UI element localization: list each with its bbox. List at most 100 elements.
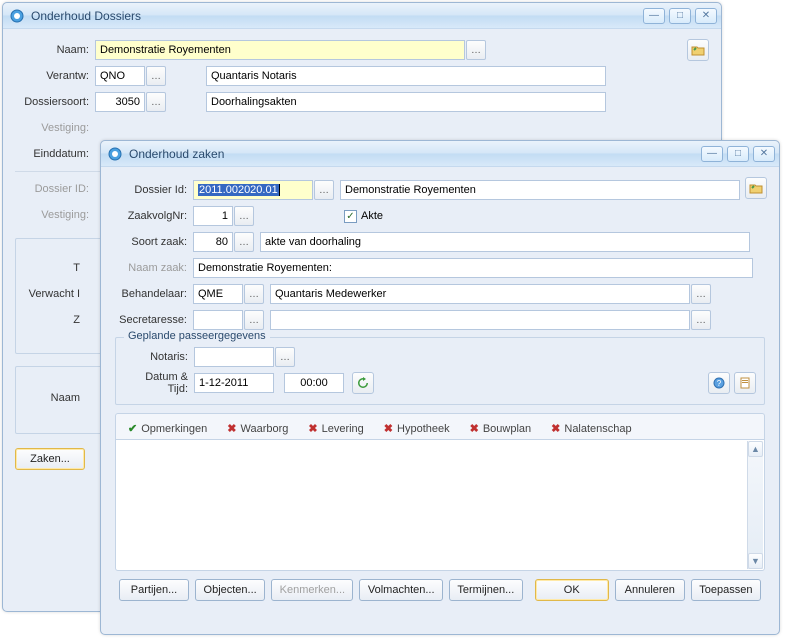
field-verantw-name[interactable]: Quantaris Notaris xyxy=(206,66,606,86)
x-icon: ✖ xyxy=(470,422,479,435)
tab-levering[interactable]: ✖ Levering xyxy=(304,418,367,439)
lookup-behandelaar-button[interactable]: … xyxy=(244,284,264,304)
minimize-button[interactable]: ― xyxy=(701,146,723,162)
label-vestiging: Vestiging: xyxy=(15,122,95,134)
label-z: Z xyxy=(73,314,86,326)
tabstrip: ✔ Opmerkingen ✖ Waarborg ✖ Levering ✖ Hypoth… xyxy=(115,413,765,439)
minimize-button[interactable]: ― xyxy=(643,8,665,24)
tab-hypotheek[interactable]: ✖ Hypotheek xyxy=(380,418,454,439)
maximize-button[interactable]: □ xyxy=(669,8,691,24)
field-dossiersoort-name[interactable]: Doorhalingsakten xyxy=(206,92,606,112)
lookup-secretaresse-name-button[interactable]: … xyxy=(691,310,711,330)
ok-button[interactable]: OK xyxy=(535,579,609,601)
close-button[interactable]: ✕ xyxy=(753,146,775,162)
dossierid-value: 2011.002020.01 xyxy=(198,184,279,196)
annuleren-button[interactable]: Annuleren xyxy=(615,579,685,601)
lookup-secretaresse-button[interactable]: … xyxy=(244,310,264,330)
tab-bouwplan[interactable]: ✖ Bouwplan xyxy=(466,418,536,439)
tab-label: Nalatenschap xyxy=(564,423,631,435)
tab-opmerkingen[interactable]: ✔ Opmerkingen xyxy=(124,418,211,439)
label-dossierid: Dossier ID: xyxy=(15,183,95,195)
tab-label: Opmerkingen xyxy=(141,423,207,435)
x-icon: ✖ xyxy=(384,422,393,435)
check-icon: ✔ xyxy=(128,422,137,435)
tab-label: Waarborg xyxy=(240,423,288,435)
lookup-soortzaak-button[interactable]: … xyxy=(234,232,254,252)
tab-nalatenschap[interactable]: ✖ Nalatenschap xyxy=(547,418,636,439)
window-title-dossiers: Onderhoud Dossiers xyxy=(31,9,643,23)
lookup-zaakvolgnr-button[interactable]: … xyxy=(234,206,254,226)
lookup-dossiersoort-button[interactable]: … xyxy=(146,92,166,112)
field-datum[interactable]: 1-12-2011 xyxy=(194,373,274,393)
app-icon xyxy=(9,8,25,24)
kenmerken-button: Kenmerken... xyxy=(271,579,353,601)
titlebar-dossiers[interactable]: Onderhoud Dossiers ― □ ✕ xyxy=(3,3,721,29)
field-naam[interactable]: Demonstratie Royementen xyxy=(95,40,465,60)
label-akte: Akte xyxy=(361,210,383,222)
label-notaris: Notaris: xyxy=(124,351,194,363)
scroll-down-icon[interactable]: ▼ xyxy=(748,553,763,569)
help-icon[interactable]: ? xyxy=(708,372,730,394)
label-naamzaak: Naam zaak: xyxy=(115,262,193,274)
volmachten-button[interactable]: Volmachten... xyxy=(359,579,442,601)
field-naamzaak[interactable]: Demonstratie Royementen: xyxy=(193,258,753,278)
field-zaakvolgnr[interactable]: 1 xyxy=(193,206,233,226)
label-secretaresse: Secretaresse: xyxy=(115,314,193,326)
tab-waarborg[interactable]: ✖ Waarborg xyxy=(223,418,292,439)
tab-content-area[interactable]: ▲ ▼ xyxy=(115,439,765,571)
field-behandelaar-name[interactable]: Quantaris Medewerker xyxy=(270,284,690,304)
zaken-button[interactable]: Zaken... xyxy=(15,448,85,470)
field-secretaresse-name[interactable] xyxy=(270,310,690,330)
field-dossierid[interactable]: 2011.002020.01 xyxy=(193,180,313,200)
field-dossiername[interactable]: Demonstratie Royementen xyxy=(340,180,740,200)
field-soortzaak-code[interactable]: 80 xyxy=(193,232,233,252)
field-behandelaar-code[interactable]: QME xyxy=(193,284,243,304)
toepassen-button[interactable]: Toepassen xyxy=(691,579,761,601)
termijnen-button[interactable]: Termijnen... xyxy=(449,579,523,601)
field-verantw-code[interactable]: QNO xyxy=(95,66,145,86)
label-einddatum: Einddatum: xyxy=(15,148,95,160)
label-datumtijd: Datum & Tijd: xyxy=(124,371,194,395)
close-button[interactable]: ✕ xyxy=(695,8,717,24)
label-behandelaar: Behandelaar: xyxy=(115,288,193,300)
titlebar-zaken[interactable]: Onderhoud zaken ― □ ✕ xyxy=(101,141,779,167)
x-icon: ✖ xyxy=(308,422,317,435)
document-icon[interactable] xyxy=(734,372,756,394)
label-naam2: Naam xyxy=(26,392,86,404)
x-icon: ✖ xyxy=(551,422,560,435)
open-folder-icon[interactable] xyxy=(687,39,709,61)
label-t: T xyxy=(73,262,86,274)
partijen-button[interactable]: Partijen... xyxy=(119,579,189,601)
label-dossiersoort: Dossiersoort: xyxy=(15,96,95,108)
field-secretaresse-code[interactable] xyxy=(193,310,243,330)
field-dossiersoort-code[interactable]: 3050 xyxy=(95,92,145,112)
maximize-button[interactable]: □ xyxy=(727,146,749,162)
lookup-behandelaar-name-button[interactable]: … xyxy=(691,284,711,304)
label-verantw: Verantw: xyxy=(15,70,95,82)
window-onderhoud-zaken: Onderhoud zaken ― □ ✕ Dossier Id: 2011.0… xyxy=(100,140,780,635)
tab-label: Bouwplan xyxy=(483,423,531,435)
vertical-scrollbar[interactable]: ▲ ▼ xyxy=(747,441,763,569)
lookup-dossierid-button[interactable]: … xyxy=(314,180,334,200)
svg-text:?: ? xyxy=(717,379,722,388)
label-vestiging2: Vestiging: xyxy=(15,209,95,221)
lookup-verantw-button[interactable]: … xyxy=(146,66,166,86)
label-zaakvolgnr: ZaakvolgNr: xyxy=(115,210,193,222)
x-icon: ✖ xyxy=(227,422,236,435)
scroll-up-icon[interactable]: ▲ xyxy=(748,441,763,457)
tab-label: Hypotheek xyxy=(397,423,450,435)
objecten-button[interactable]: Objecten... xyxy=(195,579,265,601)
field-tijd[interactable]: 00:00 xyxy=(284,373,344,393)
label-soortzaak: Soort zaak: xyxy=(115,236,193,248)
group-title-passeergegevens: Geplande passeergegevens xyxy=(124,330,270,342)
field-notaris[interactable] xyxy=(194,347,274,367)
refresh-icon[interactable] xyxy=(352,372,374,394)
lookup-notaris-button[interactable]: … xyxy=(275,347,295,367)
tab-label: Levering xyxy=(322,423,364,435)
window-title-zaken: Onderhoud zaken xyxy=(129,147,701,161)
lookup-naam-button[interactable]: … xyxy=(466,40,486,60)
label-dossierid: Dossier Id: xyxy=(115,184,193,196)
checkbox-akte[interactable] xyxy=(344,210,357,223)
open-folder-icon[interactable] xyxy=(745,177,767,199)
field-soortzaak-name[interactable]: akte van doorhaling xyxy=(260,232,750,252)
